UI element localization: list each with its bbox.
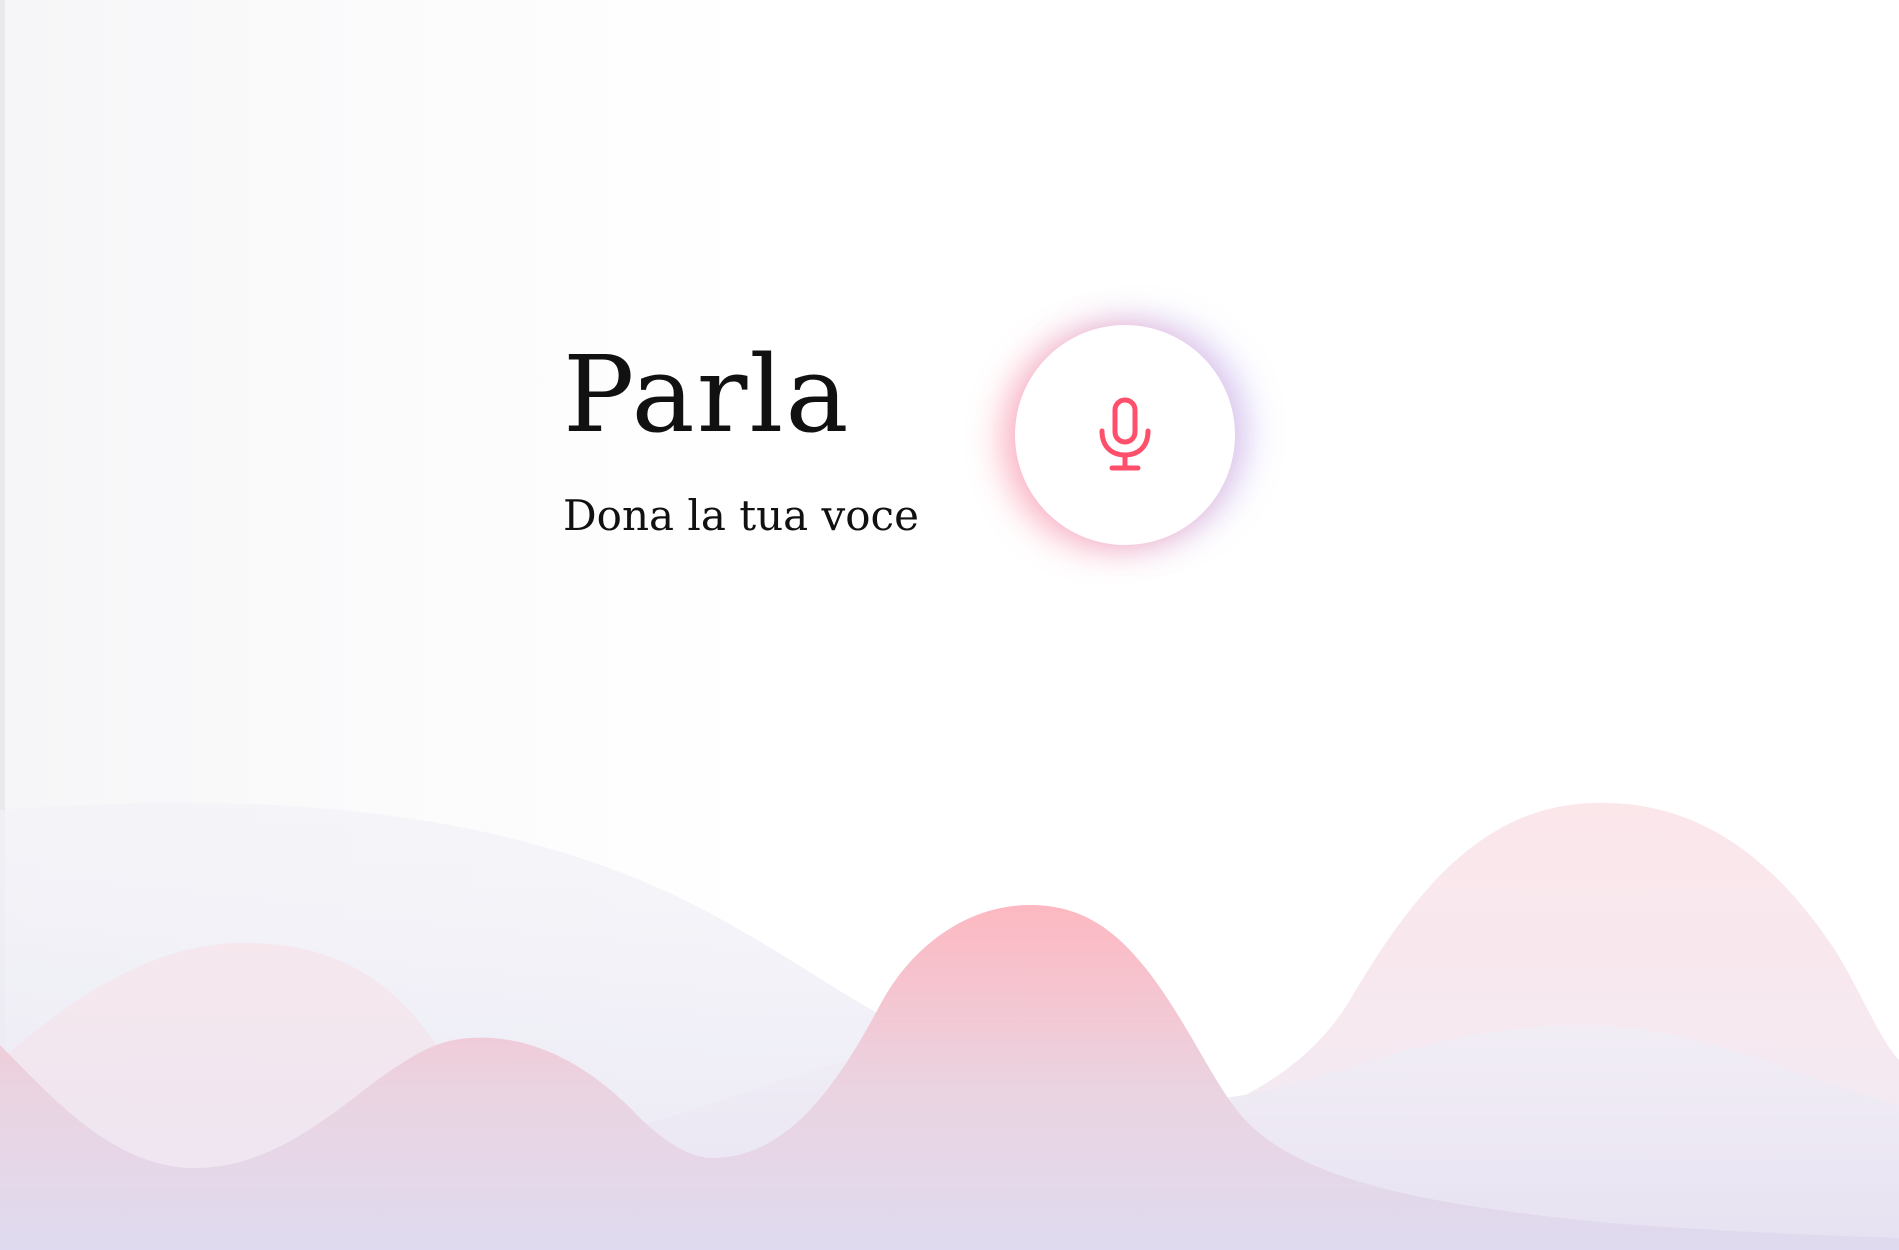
record-voice-button[interactable] <box>1015 325 1235 545</box>
hero-text-block: Parla Dona la tua voce <box>563 330 983 542</box>
background-waves <box>0 802 1899 1250</box>
page-subtitle: Dona la tua voce <box>563 491 919 540</box>
page-title: Parla <box>563 333 851 456</box>
microphone-icon <box>1099 397 1151 471</box>
speak-page: Parla Dona la tua voce <box>0 0 1899 1250</box>
